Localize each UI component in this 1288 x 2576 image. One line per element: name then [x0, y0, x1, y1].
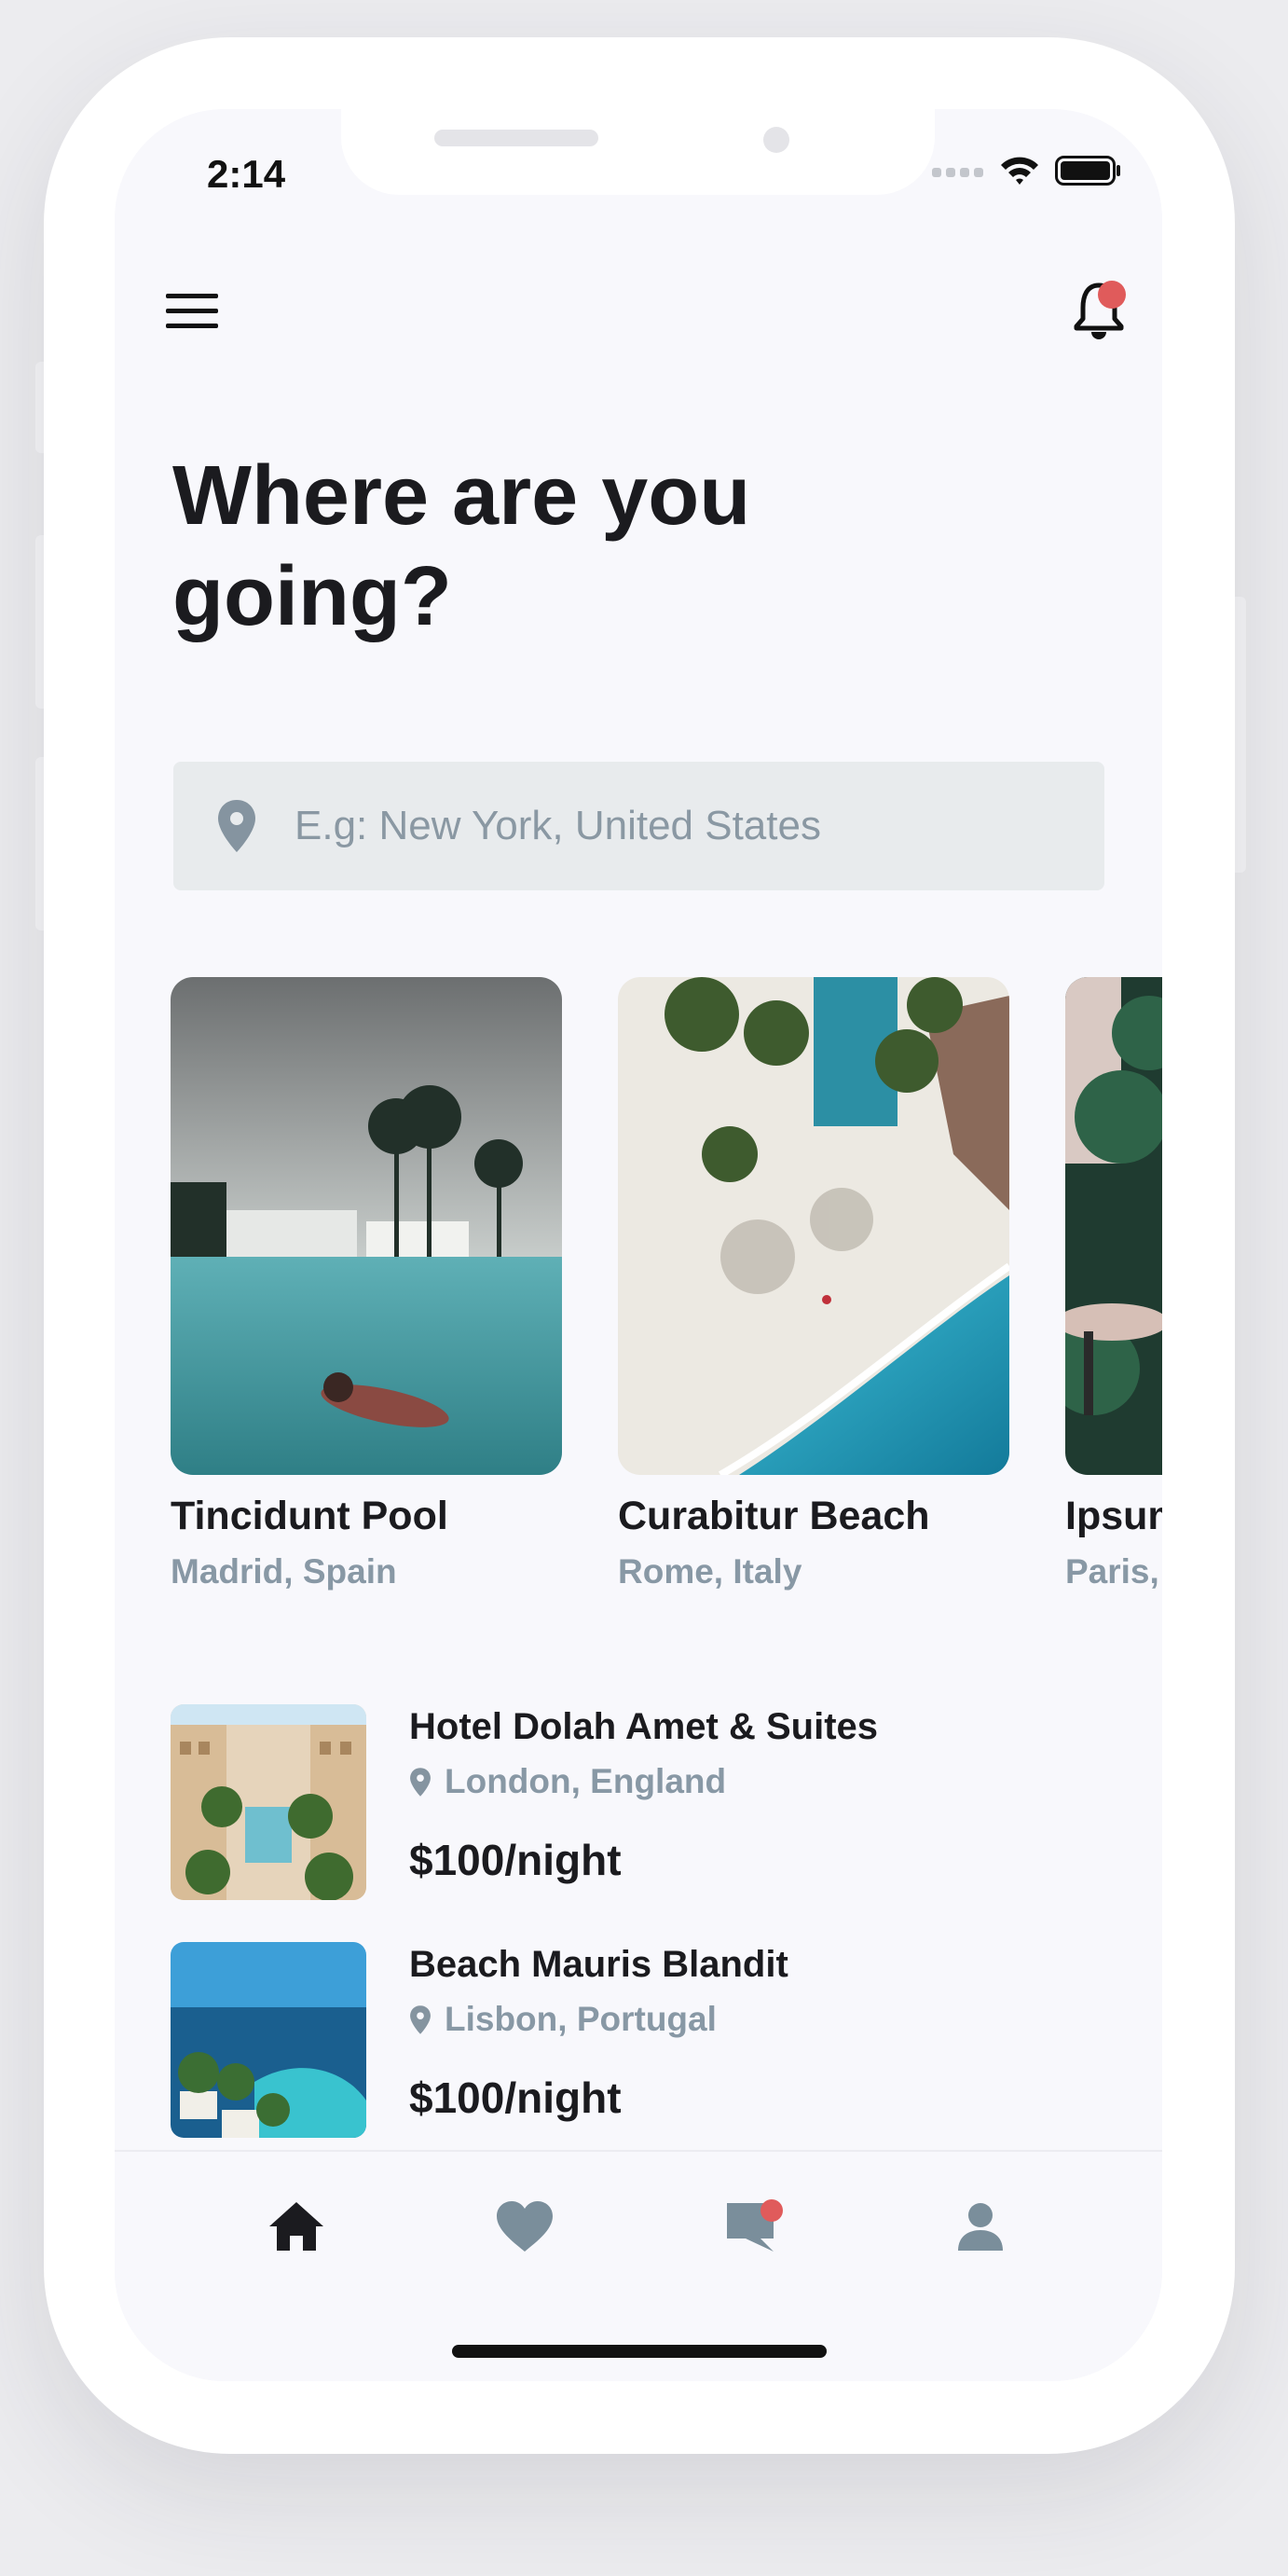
chat-icon — [727, 2199, 783, 2252]
notification-badge — [1098, 281, 1126, 309]
page-title: Where are you going? — [172, 449, 751, 643]
menu-bar — [166, 324, 218, 328]
featured-name: Tincidunt Pool — [171, 1494, 448, 1538]
list-item[interactable]: Hotel Dolah Amet & Suites London, Englan… — [171, 1704, 1084, 1900]
hotel-location: Lisbon, Portugal — [409, 2000, 717, 2039]
home-indicator — [452, 2345, 827, 2358]
home-icon — [269, 2202, 323, 2251]
menu-bar — [166, 309, 218, 313]
featured-location: Madrid, Spain — [171, 1552, 397, 1591]
heart-icon — [497, 2201, 553, 2252]
speaker — [434, 130, 598, 146]
search-input[interactable] — [295, 803, 1059, 849]
wifi-icon — [1001, 157, 1038, 185]
camera — [763, 127, 789, 153]
hotel-location-text: Lisbon, Portugal — [445, 2000, 717, 2038]
tab-profile[interactable] — [943, 2189, 1018, 2264]
location-pin-icon — [410, 1767, 431, 1797]
power-button — [1235, 597, 1246, 873]
signal-icon — [932, 168, 983, 177]
featured-card[interactable]: Ipsum Paris, — [1065, 977, 1162, 1591]
notch — [341, 109, 935, 195]
menu-button[interactable] — [166, 294, 218, 331]
hotel-location: London, England — [409, 1762, 726, 1801]
featured-card[interactable]: Tincidunt Pool Madrid, Spain — [171, 977, 562, 1591]
status-icons — [932, 155, 1122, 186]
menu-bar — [166, 294, 218, 298]
garden-terrace-photo — [1065, 977, 1162, 1475]
featured-name: Curabitur Beach — [618, 1494, 930, 1538]
hotel-name: Beach Mauris Blandit — [409, 1944, 788, 1985]
pool-photo — [171, 977, 562, 1475]
status-time: 2:14 — [207, 152, 286, 196]
featured-name: Ipsum — [1065, 1494, 1162, 1538]
tab-messages[interactable] — [717, 2189, 791, 2264]
user-icon — [958, 2203, 1003, 2251]
hotel-courtyard-photo — [171, 1704, 366, 1900]
list-item[interactable]: Beach Mauris Blandit Lisbon, Portugal $1… — [171, 1942, 1084, 2138]
hotel-price: $100/night — [409, 1836, 622, 1884]
featured-location: Paris, — [1065, 1552, 1159, 1591]
hotel-name: Hotel Dolah Amet & Suites — [409, 1706, 879, 1747]
featured-location: Rome, Italy — [618, 1552, 802, 1591]
search-bar[interactable] — [173, 762, 1104, 890]
location-pin-icon — [218, 800, 255, 852]
hotel-price: $100/night — [409, 2073, 622, 2122]
location-pin-icon — [410, 2004, 431, 2034]
tab-home[interactable] — [259, 2189, 334, 2264]
featured-card[interactable]: Curabitur Beach Rome, Italy — [618, 977, 1009, 1591]
beach-aerial-photo — [618, 977, 1009, 1475]
battery-icon — [1055, 156, 1120, 186]
coastal-resort-photo — [171, 1942, 366, 2138]
tab-favorites[interactable] — [487, 2189, 562, 2264]
featured-card-clip: Ipsum Paris, — [1065, 977, 1162, 1630]
hotel-location-text: London, England — [445, 1762, 727, 1800]
